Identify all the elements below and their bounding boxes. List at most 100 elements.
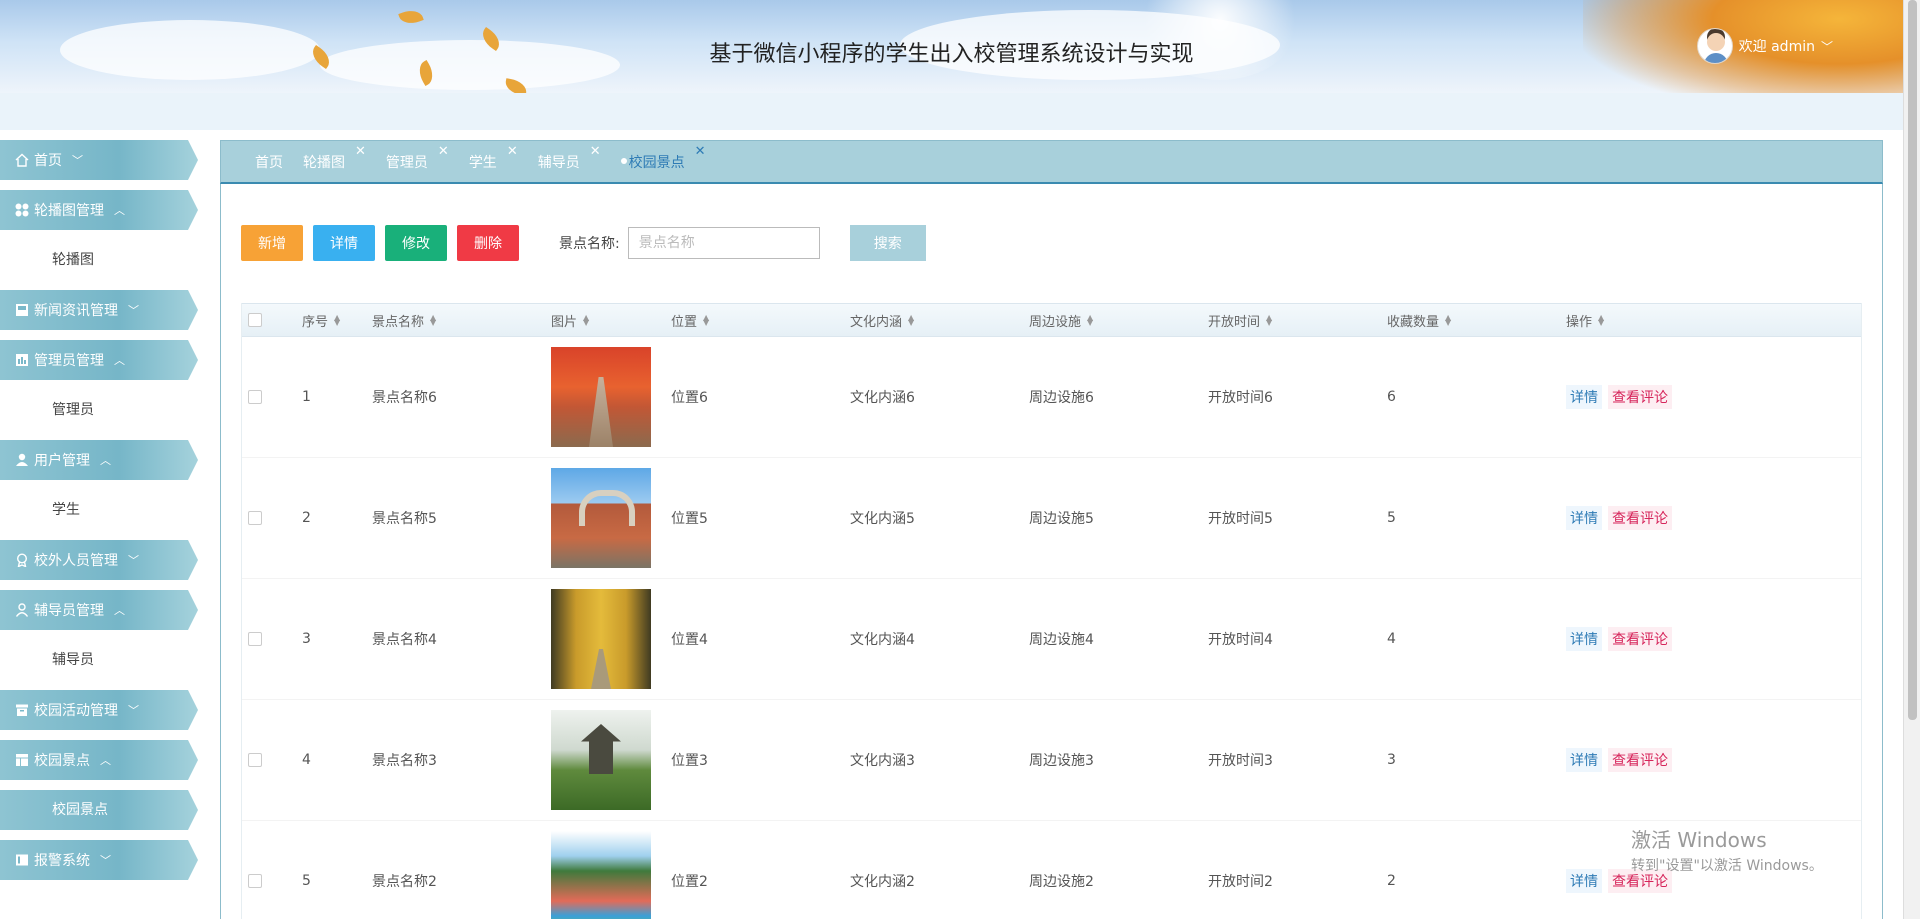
table-row[interactable]: 3 景点名称4 位置4 文化内涵4 周边设施4 开放时间4 4 详情 查看评论	[242, 579, 1861, 700]
spot-facility: 周边设施3	[1029, 753, 1094, 769]
close-icon[interactable]: ✕	[355, 144, 366, 159]
sidebar: 首页 ﹀ 轮播图管理 ︿ 轮播图 新闻资讯管理 ﹀ 管理员管理 ︿ 管理员 用户…	[0, 140, 200, 890]
sidebar-item-scenic-spot-list[interactable]: 校园景点	[0, 790, 200, 830]
table-row[interactable]: 4 景点名称3 位置3 文化内涵3 周边设施3 开放时间3 3 详情 查看评论	[242, 700, 1861, 821]
sidebar-item-activity-management[interactable]: 校园活动管理 ﹀	[0, 690, 200, 730]
sidebar-item-student[interactable]: 学生	[0, 490, 200, 530]
table-row[interactable]: 2 景点名称5 位置5 文化内涵5 周边设施5 开放时间5 5 详情 查看评论	[242, 458, 1861, 579]
spot-open-time: 开放时间3	[1208, 753, 1273, 769]
active-dot-icon	[620, 157, 627, 164]
table-row[interactable]: 1 景点名称6 位置6 文化内涵6 周边设施6 开放时间6 6 详情 查看评论	[242, 337, 1861, 458]
chevron-up-icon: ︿	[114, 604, 125, 617]
sidebar-item-admin-management[interactable]: 管理员管理 ︿	[0, 340, 200, 380]
sidebar-item-counselor-management[interactable]: 辅导员管理 ︿	[0, 590, 200, 630]
spot-image[interactable]	[551, 468, 651, 568]
tab-scenic-spot[interactable]: 校园景点 ✕	[620, 144, 706, 172]
scenic-spot-table: 序号 ▲ ▼ 景点名称 ▲ ▼ 图片 ▲ ▼ 位置 ▲ ▼ 文化内涵 ▲ ▼ 周边设施 ▲ ▼ 开放时间…	[241, 303, 1862, 919]
search-label: 景点名称:	[559, 236, 620, 252]
sidebar-item-carousel[interactable]: 轮播图	[0, 240, 200, 280]
row-detail-link[interactable]: 详情	[1566, 506, 1602, 530]
close-icon[interactable]: ✕	[590, 144, 601, 159]
sidebar-item-scenic-spot[interactable]: 校园景点 ︿	[0, 740, 200, 780]
select-all-checkbox[interactable]	[248, 313, 262, 327]
row-checkbox[interactable]	[248, 390, 262, 404]
row-checkbox[interactable]	[248, 632, 262, 646]
chevron-up-icon: ︿	[114, 354, 125, 367]
column-header[interactable]: 文化内涵 ▲ ▼	[850, 311, 1029, 330]
close-icon[interactable]: ✕	[507, 144, 518, 159]
spot-open-time: 开放时间4	[1208, 632, 1273, 648]
avatar	[1696, 28, 1733, 64]
sort-icon: ▲ ▼	[703, 313, 710, 327]
column-header[interactable]: 周边设施 ▲ ▼	[1029, 311, 1208, 330]
search-button[interactable]: 搜索	[849, 225, 926, 261]
vertical-scrollbar[interactable]	[1903, 0, 1920, 919]
spot-fav-count: 3	[1387, 752, 1396, 768]
row-detail-link[interactable]: 详情	[1566, 748, 1602, 772]
spot-image[interactable]	[551, 589, 651, 689]
sidebar-item-counselor[interactable]: 辅导员	[0, 640, 200, 680]
detail-button[interactable]: 详情	[313, 225, 375, 261]
sort-icon: ▲ ▼	[1087, 313, 1094, 327]
tab-counselor[interactable]: 辅导员 ✕	[538, 144, 601, 172]
row-checkbox[interactable]	[248, 874, 262, 888]
spot-position: 位置3	[671, 753, 708, 769]
sidebar-item-alarm-system[interactable]: 报警系统 ﹀	[0, 840, 200, 880]
spot-culture: 文化内涵5	[850, 511, 915, 527]
spot-image[interactable]	[551, 831, 651, 919]
header-subbar	[0, 93, 1903, 130]
sidebar-item-visitor-management[interactable]: 校外人员管理 ﹀	[0, 540, 200, 580]
person-icon	[14, 602, 30, 618]
add-button[interactable]: 新增	[241, 225, 303, 261]
row-comments-link[interactable]: 查看评论	[1608, 506, 1672, 530]
column-header[interactable]: 操作 ▲ ▼	[1566, 311, 1766, 330]
close-icon[interactable]: ✕	[695, 144, 706, 159]
column-header[interactable]: 序号 ▲ ▼	[302, 311, 372, 330]
search-input[interactable]	[627, 227, 820, 259]
toolbar: 新增 详情 修改 删除 景点名称: 搜索	[241, 225, 926, 261]
spot-open-time: 开放时间5	[1208, 511, 1273, 527]
row-detail-link[interactable]: 详情	[1566, 869, 1602, 893]
sidebar-item-news-management[interactable]: 新闻资讯管理 ﹀	[0, 290, 200, 330]
sidebar-item-admin[interactable]: 管理员	[0, 390, 200, 430]
spot-culture: 文化内涵3	[850, 753, 915, 769]
spot-position: 位置6	[671, 390, 708, 406]
tab-admin[interactable]: 管理员 ✕	[386, 144, 449, 172]
row-comments-link[interactable]: 查看评论	[1608, 627, 1672, 651]
close-icon[interactable]: ✕	[438, 144, 449, 159]
delete-button[interactable]: 删除	[457, 225, 519, 261]
column-header[interactable]: 位置 ▲ ▼	[671, 311, 850, 330]
sidebar-item-user-management[interactable]: 用户管理 ︿	[0, 440, 200, 480]
archive-icon	[14, 702, 30, 718]
column-header[interactable]: 景点名称 ▲ ▼	[372, 311, 551, 330]
tab-carousel[interactable]: 轮播图 ✕	[303, 144, 366, 172]
column-header[interactable]: 开放时间 ▲ ▼	[1208, 311, 1387, 330]
edit-button[interactable]: 修改	[385, 225, 447, 261]
row-detail-link[interactable]: 详情	[1566, 627, 1602, 651]
user-menu[interactable]: 欢迎 admin ﹀	[1696, 28, 1833, 64]
column-header[interactable]: 图片 ▲ ▼	[551, 311, 671, 330]
table-header: 序号 ▲ ▼ 景点名称 ▲ ▼ 图片 ▲ ▼ 位置 ▲ ▼ 文化内涵 ▲ ▼ 周边设施 ▲ ▼ 开放时间…	[242, 303, 1861, 337]
table-row[interactable]: 5 景点名称2 位置2 文化内涵2 周边设施2 开放时间2 2 详情 查看评论	[242, 821, 1861, 919]
row-detail-link[interactable]: 详情	[1566, 385, 1602, 409]
row-checkbox[interactable]	[248, 511, 262, 525]
sidebar-item-home[interactable]: 首页 ﹀	[0, 140, 200, 180]
row-comments-link[interactable]: 查看评论	[1608, 748, 1672, 772]
row-index: 4	[302, 752, 311, 768]
user-icon	[14, 452, 30, 468]
spot-image[interactable]	[551, 710, 651, 810]
spot-position: 位置4	[671, 632, 708, 648]
tab-home[interactable]: 首页	[255, 152, 283, 172]
spot-image[interactable]	[551, 347, 651, 447]
spot-name: 景点名称4	[372, 632, 437, 648]
tab-student[interactable]: 学生 ✕	[469, 144, 518, 172]
scrollbar-thumb[interactable]	[1908, 0, 1917, 720]
panel-icon	[14, 852, 30, 868]
chevron-down-icon: ﹀	[128, 304, 139, 317]
chevron-down-icon: ﹀	[72, 154, 83, 167]
sidebar-item-carousel-management[interactable]: 轮播图管理 ︿	[0, 190, 200, 230]
row-checkbox[interactable]	[248, 753, 262, 767]
sort-icon: ▲ ▼	[583, 313, 590, 327]
column-header[interactable]: 收藏数量 ▲ ▼	[1387, 311, 1566, 330]
row-comments-link[interactable]: 查看评论	[1608, 385, 1672, 409]
